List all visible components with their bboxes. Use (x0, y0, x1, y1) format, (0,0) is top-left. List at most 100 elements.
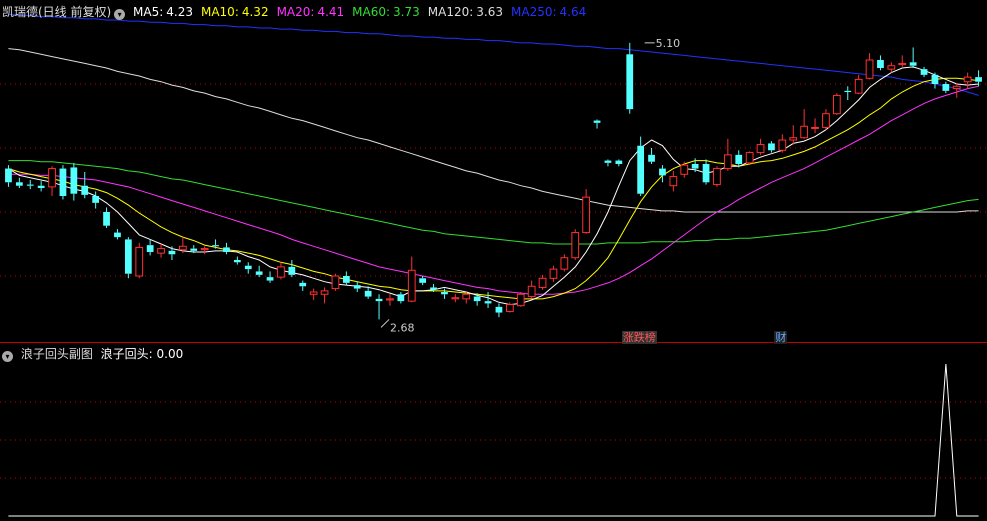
candle[interactable] (854, 74, 863, 95)
candle[interactable] (299, 280, 307, 291)
candle[interactable] (255, 265, 263, 278)
ma-legend-label: MA120: (427, 5, 474, 19)
candle[interactable] (887, 62, 896, 73)
candle[interactable] (560, 254, 569, 272)
candle[interactable] (931, 72, 939, 89)
candle[interactable] (331, 273, 340, 291)
candle[interactable] (538, 274, 547, 290)
candle[interactable] (266, 271, 274, 283)
candle[interactable] (70, 162, 78, 201)
candle[interactable] (637, 136, 645, 196)
settings-gear-icon[interactable]: ▾ (114, 9, 126, 20)
candle-body (353, 285, 361, 289)
ma-legend-ma10: MA10: 4.32 (201, 5, 273, 19)
candle[interactable] (527, 280, 536, 299)
candle[interactable] (15, 177, 23, 188)
candle[interactable] (375, 294, 383, 320)
candle[interactable] (778, 134, 787, 153)
candle[interactable] (168, 246, 176, 260)
candle[interactable] (615, 159, 623, 167)
candle-body (745, 152, 754, 164)
main-price-chart[interactable]: 5.10 2.68 (0, 0, 987, 342)
ma-legend-value: 4.23 (166, 5, 193, 19)
candle[interactable] (277, 262, 285, 280)
candle[interactable] (822, 109, 830, 130)
candle[interactable] (233, 256, 241, 265)
candle[interactable] (582, 189, 591, 234)
candle[interactable] (124, 237, 132, 279)
candle[interactable] (648, 148, 655, 164)
candle[interactable] (680, 161, 689, 178)
candle-body (582, 196, 591, 234)
candle[interactable] (756, 138, 765, 155)
candle[interactable] (495, 303, 503, 318)
candle[interactable] (92, 191, 100, 209)
candle[interactable] (407, 256, 416, 303)
candle[interactable] (844, 86, 852, 100)
candle[interactable] (342, 271, 350, 286)
candle[interactable] (386, 294, 394, 306)
candle[interactable] (288, 260, 296, 278)
candle[interactable] (789, 125, 798, 145)
candle[interactable] (516, 292, 525, 307)
candle[interactable] (571, 229, 580, 260)
indicator-line (8, 363, 979, 517)
candle[interactable] (59, 165, 67, 200)
ma-legend-ma60: MA60: 3.73 (352, 5, 424, 19)
candle[interactable] (898, 55, 907, 67)
candle[interactable] (200, 246, 209, 255)
candle[interactable] (723, 138, 732, 171)
candle[interactable] (877, 55, 884, 71)
candle[interactable] (702, 159, 710, 185)
candle[interactable] (669, 170, 678, 192)
candle[interactable] (37, 181, 45, 192)
candle[interactable] (909, 47, 917, 68)
candle[interactable] (920, 66, 928, 78)
candle[interactable] (942, 81, 950, 94)
candle[interactable] (659, 165, 666, 183)
candle[interactable] (811, 118, 819, 134)
candle[interactable] (963, 72, 972, 89)
candle[interactable] (48, 166, 56, 196)
candle[interactable] (626, 42, 634, 114)
candle[interactable] (593, 119, 601, 129)
candle[interactable] (244, 262, 252, 274)
candle[interactable] (451, 294, 460, 303)
candle[interactable] (5, 165, 12, 187)
candle-body (800, 125, 809, 139)
candle[interactable] (26, 180, 34, 190)
candle[interactable] (865, 53, 874, 80)
candle[interactable] (114, 229, 121, 240)
candle[interactable] (800, 109, 809, 139)
candle[interactable] (353, 281, 361, 292)
candle[interactable] (484, 292, 492, 308)
candle[interactable] (135, 242, 144, 279)
candle[interactable] (309, 288, 318, 300)
candle-body (484, 301, 492, 304)
candle[interactable] (604, 159, 612, 167)
candle[interactable] (952, 82, 961, 98)
candle[interactable] (146, 239, 154, 256)
candle[interactable] (81, 172, 89, 199)
candle-body (26, 184, 34, 186)
ma-legend-label: MA60: (352, 5, 391, 19)
candle[interactable] (713, 166, 721, 187)
event-tag-0[interactable]: 涨跌榜 (621, 331, 657, 344)
candle[interactable] (549, 265, 558, 282)
candle[interactable] (441, 288, 448, 299)
sub-settings-gear-icon[interactable]: ▾ (2, 351, 13, 362)
candle[interactable] (103, 207, 110, 228)
candle[interactable] (320, 287, 329, 304)
candle[interactable] (832, 93, 841, 115)
candle[interactable] (223, 242, 230, 255)
sub-indicator-label: 浪子回头: (100, 347, 153, 361)
ma-legend-value: 4.41 (317, 5, 345, 19)
sub-indicator-chart[interactable] (0, 344, 987, 521)
candle[interactable] (397, 292, 405, 304)
candle[interactable] (768, 141, 775, 153)
candle[interactable] (419, 276, 427, 286)
candle[interactable] (157, 244, 165, 258)
event-tag-1[interactable]: 财 (774, 331, 788, 344)
candle[interactable] (745, 151, 754, 164)
candle-body (48, 168, 56, 188)
